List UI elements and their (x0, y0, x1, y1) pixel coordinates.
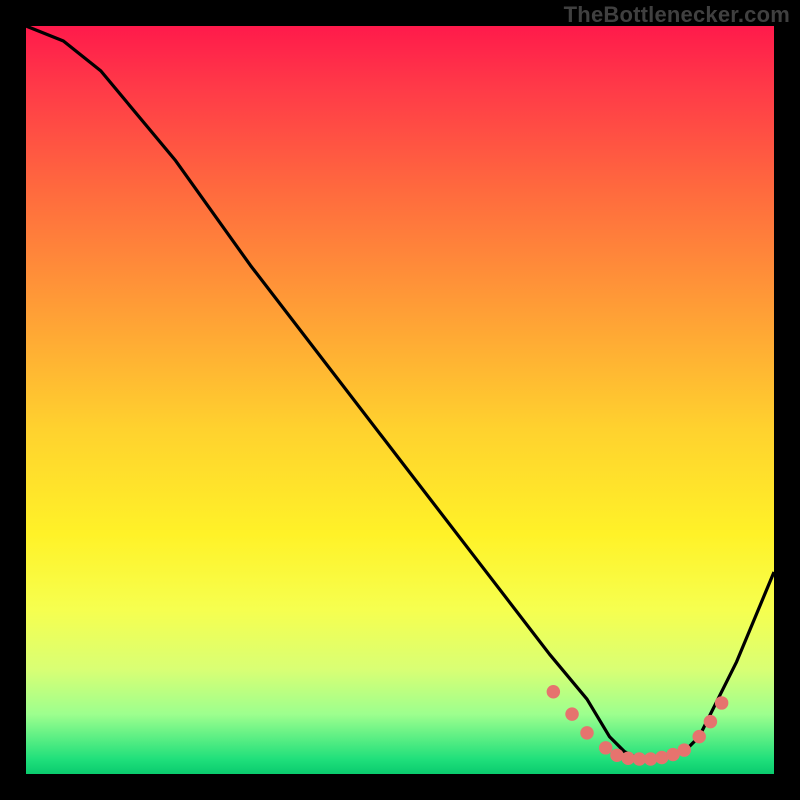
marker-group (547, 685, 729, 766)
watermark-label: TheBottlenecker.com (564, 2, 790, 28)
curve-marker (704, 715, 717, 728)
curve-marker (678, 743, 691, 756)
chart-svg (26, 26, 774, 774)
chart-frame: TheBottlenecker.com (0, 0, 800, 800)
curve-marker (599, 741, 612, 754)
curve-marker (547, 685, 560, 698)
plot-area (26, 26, 774, 774)
curve-marker (580, 726, 593, 739)
curve-marker (715, 696, 728, 709)
curve-marker (565, 707, 578, 720)
curve-marker (692, 730, 705, 743)
bottleneck-curve (26, 26, 774, 759)
